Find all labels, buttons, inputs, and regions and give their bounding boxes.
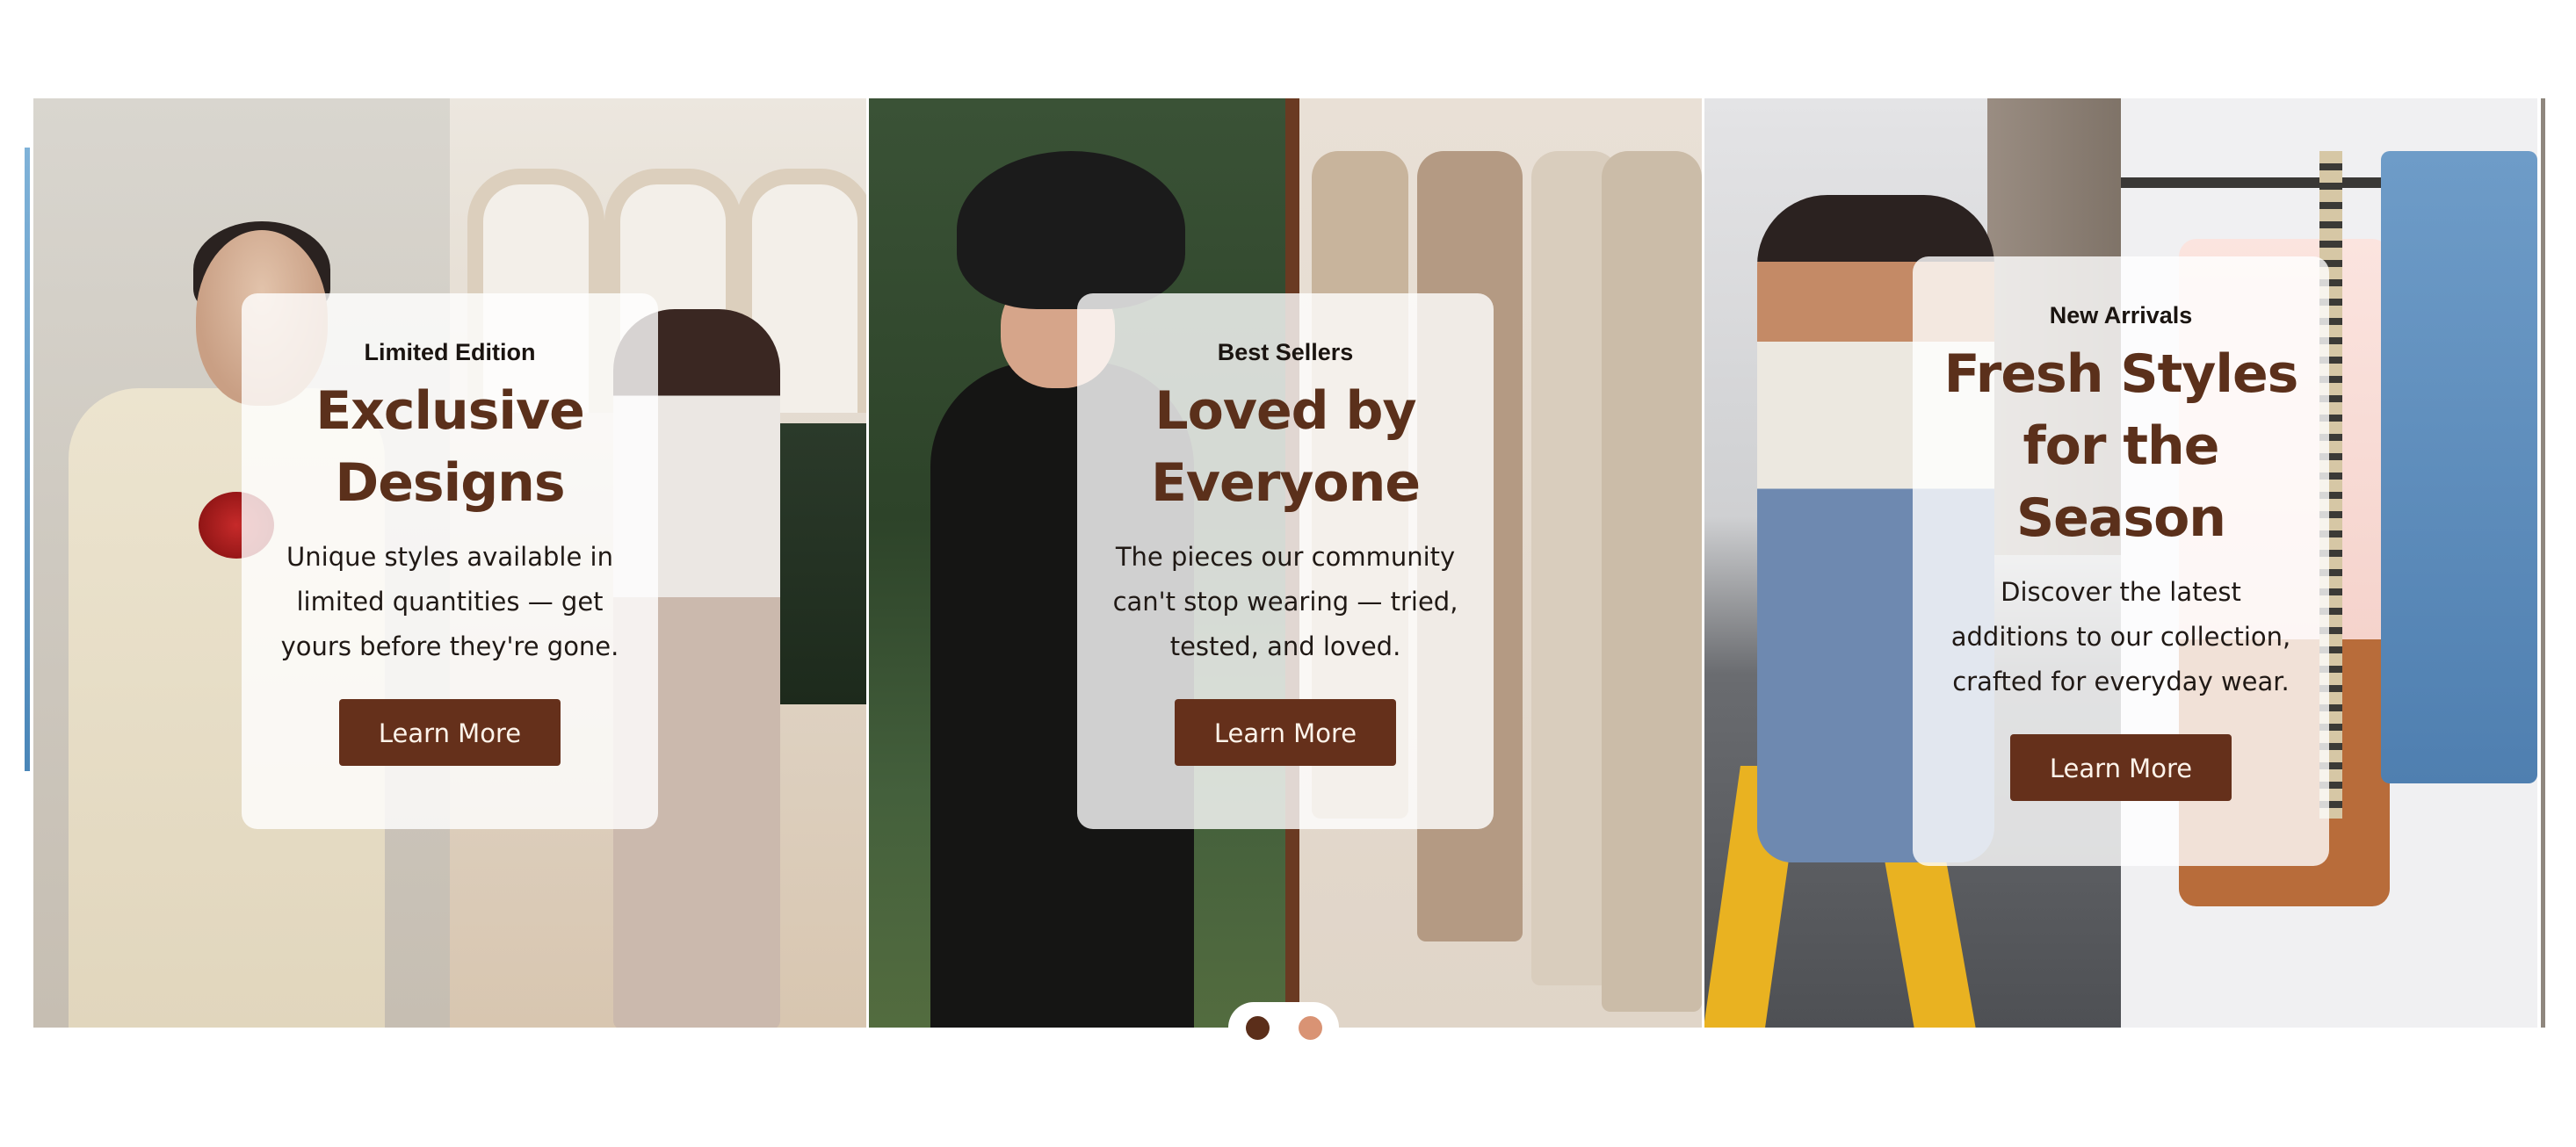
previous-slide-edge xyxy=(25,148,30,771)
card-eyebrow: Limited Edition xyxy=(364,339,536,365)
learn-more-button[interactable]: Learn More xyxy=(2010,734,2232,801)
pagination-dot-1[interactable] xyxy=(1246,1016,1270,1040)
card-eyebrow: Best Sellers xyxy=(1217,339,1354,365)
card-description: Unique styles available in limited quant… xyxy=(280,542,619,661)
slide-limited-edition: Limited Edition Exclusive Designs Unique… xyxy=(33,98,866,1028)
slide-new-arrivals: New Arrivals Fresh Styles for the Season… xyxy=(1704,98,2537,1028)
promo-card: Limited Edition Exclusive Designs Unique… xyxy=(242,293,658,829)
card-heading: Exclusive Designs xyxy=(315,380,585,514)
pagination-dot-2[interactable] xyxy=(1299,1016,1322,1040)
card-description: Discover the latest additions to our col… xyxy=(1950,577,2291,696)
card-description: The pieces our community can't stop wear… xyxy=(1112,542,1458,661)
promo-card: Best Sellers Loved by Everyone The piece… xyxy=(1077,293,1494,829)
slide-best-sellers: Best Sellers Loved by Everyone The piece… xyxy=(869,98,1702,1028)
next-slide-edge xyxy=(2541,98,2545,1028)
promo-card: New Arrivals Fresh Styles for the Season… xyxy=(1913,256,2329,866)
learn-more-button[interactable]: Learn More xyxy=(339,699,561,766)
card-heading: Loved by Everyone xyxy=(1150,380,1421,514)
hero-carousel[interactable]: Limited Edition Exclusive Designs Unique… xyxy=(0,0,2576,1147)
card-eyebrow: New Arrivals xyxy=(2049,302,2193,328)
carousel-pagination xyxy=(1228,1002,1339,1053)
card-heading: Fresh Styles for the Season xyxy=(1943,343,2299,549)
learn-more-button[interactable]: Learn More xyxy=(1175,699,1396,766)
